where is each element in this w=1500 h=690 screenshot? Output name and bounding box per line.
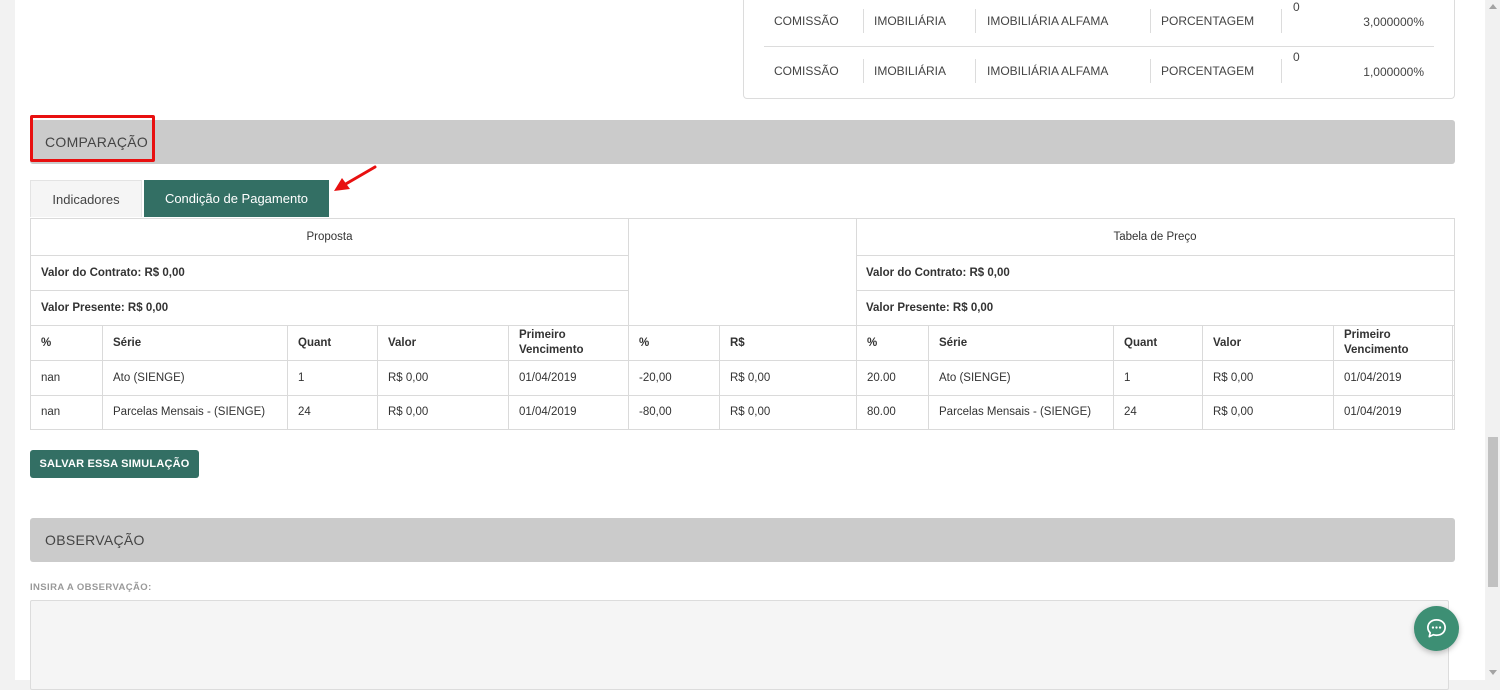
table-cell: R$ 0,00 bbox=[1213, 406, 1254, 418]
table-cell: Ato (SIENGE) bbox=[113, 371, 185, 384]
scroll-down-icon[interactable] bbox=[1489, 670, 1497, 675]
table-cell: 01/04/2019 bbox=[1344, 406, 1402, 418]
commission-mode: PORCENTAGEM bbox=[1161, 14, 1255, 28]
tab-condicao-de-pagamento[interactable]: Condição de Pagamento bbox=[144, 180, 329, 217]
table-cell: Ato (SIENGE) bbox=[939, 371, 1011, 384]
commission-type: COMISSÃO bbox=[774, 14, 839, 28]
col-header-quant: Quant bbox=[298, 336, 332, 349]
col-header-percent: % bbox=[867, 336, 878, 349]
col-header-diff-reais: R$ bbox=[730, 336, 745, 349]
table-cell: -80,00 bbox=[639, 406, 672, 418]
tabela-valor-presente: Valor Presente: R$ 0,00 bbox=[866, 301, 994, 314]
annotation-arrow-icon bbox=[334, 165, 377, 191]
table-cell: nan bbox=[41, 406, 61, 418]
table-cell: 01/04/2019 bbox=[519, 406, 577, 418]
commission-zero: 0 bbox=[1293, 0, 1300, 14]
table-cell: 1 bbox=[1124, 371, 1131, 384]
col-header-primeiro-vencimento: Primeiro Vencimento bbox=[1344, 328, 1409, 356]
col-header-valor: Valor bbox=[388, 336, 417, 349]
scroll-thumb[interactable] bbox=[1488, 437, 1498, 587]
table-cell: R$ 0,00 bbox=[1213, 371, 1254, 384]
table-cell: 1 bbox=[298, 371, 305, 384]
tab-indicadores[interactable]: Indicadores bbox=[30, 180, 142, 217]
table-cell: 01/04/2019 bbox=[1344, 371, 1402, 384]
commission-zero: 0 bbox=[1293, 50, 1300, 64]
col-header-primeiro-vencimento: Primeiro Vencimento bbox=[519, 328, 584, 356]
commission-entity: IMOBILIÁRIA bbox=[874, 64, 947, 78]
commission-type: COMISSÃO bbox=[774, 64, 839, 78]
vertical-scrollbar[interactable] bbox=[1486, 0, 1500, 680]
scroll-up-icon[interactable] bbox=[1489, 4, 1497, 9]
table-cell: 80.00 bbox=[867, 406, 896, 418]
table-cell: 24 bbox=[1124, 406, 1137, 418]
table-cell: 24 bbox=[298, 406, 311, 418]
save-simulation-button[interactable]: SALVAR ESSA SIMULAÇÃO bbox=[30, 450, 199, 478]
commission-value: 1,000000% bbox=[1363, 65, 1424, 79]
table-cell: R$ 0,00 bbox=[730, 406, 771, 418]
table-cell: Parcelas Mensais - (SIENGE) bbox=[113, 406, 266, 418]
tabela-preco-title: Tabela de Preço bbox=[1113, 231, 1197, 243]
commission-row: COMISSÃO IMOBILIÁRIA IMOBILIÁRIA ALFAMA … bbox=[764, 0, 1434, 47]
chat-button[interactable] bbox=[1414, 606, 1459, 651]
comparacao-title: COMPARAÇÃO bbox=[45, 134, 149, 150]
proposta-valor-presente: Valor Presente: R$ 0,00 bbox=[41, 301, 169, 314]
commission-card: COMISSÃO IMOBILIÁRIA IMOBILIÁRIA ALFAMA … bbox=[743, 0, 1455, 99]
table-cell: nan bbox=[41, 371, 61, 384]
col-header-diff-percent: % bbox=[639, 336, 650, 349]
commission-name: IMOBILIÁRIA ALFAMA bbox=[987, 14, 1109, 28]
comparison-table: Proposta Tabela de Preço Valor do Contra… bbox=[30, 218, 1455, 430]
table-cell: Parcelas Mensais - (SIENGE) bbox=[939, 406, 1092, 418]
observacao-section-header: OBSERVAÇÃO bbox=[30, 518, 1455, 562]
col-header-serie: Série bbox=[939, 336, 968, 349]
observacao-title: OBSERVAÇÃO bbox=[45, 532, 145, 548]
commission-row: COMISSÃO IMOBILIÁRIA IMOBILIÁRIA ALFAMA … bbox=[764, 46, 1434, 96]
commission-mode: PORCENTAGEM bbox=[1161, 64, 1255, 78]
table-cell: R$ 0,00 bbox=[388, 371, 429, 384]
col-header-quant: Quant bbox=[1124, 336, 1158, 349]
col-header-valor: Valor bbox=[1213, 336, 1242, 349]
table-cell: 01/04/2019 bbox=[519, 371, 577, 384]
commission-value: 3,000000% bbox=[1363, 15, 1424, 29]
table-cell: R$ 0,00 bbox=[388, 406, 429, 418]
chat-bubble-icon bbox=[1427, 619, 1446, 638]
proposta-title: Proposta bbox=[306, 231, 353, 243]
observacao-label: INSIRA A OBSERVAÇÃO: bbox=[30, 582, 152, 593]
proposta-valor-contrato: Valor do Contrato: R$ 0,00 bbox=[41, 266, 185, 279]
tabela-valor-contrato: Valor do Contrato: R$ 0,00 bbox=[866, 266, 1010, 279]
comparacao-section-header: COMPARAÇÃO bbox=[30, 120, 1455, 164]
commission-name: IMOBILIÁRIA ALFAMA bbox=[987, 64, 1109, 78]
commission-entity: IMOBILIÁRIA bbox=[874, 14, 947, 28]
col-header-percent: % bbox=[41, 336, 52, 349]
observacao-textarea[interactable] bbox=[30, 600, 1449, 690]
table-cell: 20.00 bbox=[867, 371, 896, 384]
table-cell: -20,00 bbox=[639, 371, 672, 384]
table-cell: R$ 0,00 bbox=[730, 371, 771, 384]
col-header-serie: Série bbox=[113, 336, 142, 349]
